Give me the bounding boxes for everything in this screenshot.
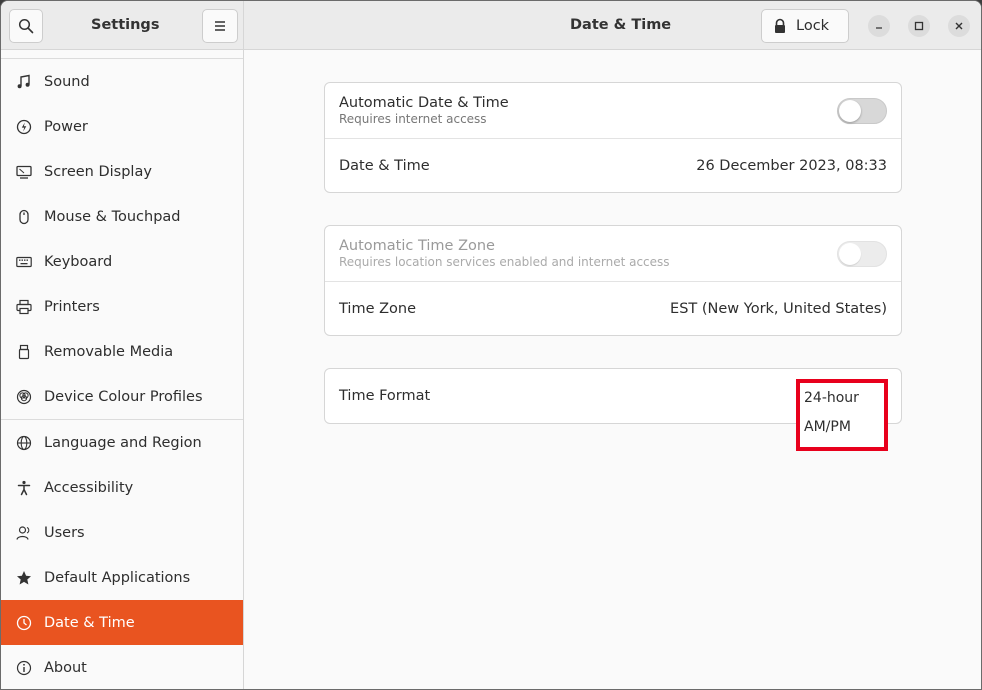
- auto-timezone-title: Automatic Time Zone: [339, 238, 495, 254]
- sidebar-item-label: About: [44, 659, 87, 676]
- power-icon: [15, 118, 33, 136]
- close-button[interactable]: [948, 15, 970, 37]
- sidebar-item-label: Screen Display: [44, 163, 152, 180]
- sidebar-item-printers[interactable]: Printers: [1, 284, 243, 329]
- sidebar-item-keyboard[interactable]: Keyboard: [1, 239, 243, 284]
- sidebar-item-label: Mouse & Touchpad: [44, 208, 181, 225]
- display-icon: [15, 163, 33, 181]
- sidebar-item-label: Users: [44, 524, 85, 541]
- settings-window: Settings Date & Time Lock Sound Power Sc…: [0, 0, 982, 690]
- maximize-button[interactable]: [908, 15, 930, 37]
- star-icon: [15, 569, 33, 587]
- sidebar-item-label: Date & Time: [44, 614, 135, 631]
- sidebar-item-label: Device Colour Profiles: [44, 388, 203, 405]
- lock-label: Lock: [796, 18, 830, 34]
- sidebar-item-mouse-touchpad[interactable]: Mouse & Touchpad: [1, 194, 243, 239]
- sidebar-title: Settings: [91, 17, 160, 33]
- globe-icon: [15, 434, 33, 452]
- sidebar-item-screen-display[interactable]: Screen Display: [1, 149, 243, 194]
- sidebar-item-label: Keyboard: [44, 253, 113, 270]
- search-button[interactable]: [9, 9, 43, 43]
- sidebar-item-power[interactable]: Power: [1, 104, 243, 149]
- auto-datetime-row[interactable]: Automatic Date & Time Requires internet …: [325, 83, 901, 138]
- sidebar-item-sound[interactable]: Sound: [1, 59, 243, 104]
- sidebar-item-date-time[interactable]: Date & Time: [1, 600, 243, 645]
- accessibility-icon: [15, 479, 33, 497]
- menu-button[interactable]: [202, 9, 238, 43]
- search-icon: [18, 18, 34, 34]
- auto-timezone-subtitle: Requires location services enabled and i…: [339, 255, 670, 269]
- timezone-value: EST (New York, United States): [670, 301, 887, 317]
- timezone-label: Time Zone: [339, 301, 417, 317]
- datetime-label: Date & Time: [339, 158, 430, 174]
- sidebar-item-label: Printers: [44, 298, 100, 315]
- sidebar-item-accessibility[interactable]: Accessibility: [1, 465, 243, 510]
- sidebar-item-label: Sound: [44, 73, 90, 90]
- auto-datetime-subtitle: Requires internet access: [339, 112, 487, 126]
- time-format-option-am-pm[interactable]: AM/PM: [804, 419, 851, 435]
- keyboard-icon: [15, 253, 33, 271]
- timezone-row[interactable]: Time Zone EST (New York, United States): [325, 282, 901, 336]
- datetime-value: 26 December 2023, 08:33: [696, 158, 887, 174]
- sidebar-item-removable-media[interactable]: Removable Media: [1, 329, 243, 374]
- page-title: Date & Time: [570, 17, 672, 33]
- sidebar-item-users[interactable]: Users: [1, 510, 243, 555]
- auto-timezone-switch: [837, 240, 887, 267]
- datetime-row[interactable]: Date & Time 26 December 2023, 08:33: [325, 139, 901, 193]
- timezone-card: Automatic Time Zone Requires location se…: [324, 225, 902, 336]
- sidebar-item-label: Removable Media: [44, 343, 174, 360]
- printer-icon: [15, 298, 33, 316]
- info-icon: [15, 659, 33, 677]
- color-profile-icon: [15, 388, 33, 406]
- lock-button[interactable]: Lock: [761, 9, 849, 43]
- sidebar-item-about[interactable]: About: [1, 645, 243, 689]
- clock-icon: [15, 614, 33, 632]
- main-header: Date & Time Lock: [244, 1, 981, 50]
- hamburger-icon: [215, 21, 225, 31]
- sidebar-header: Settings: [1, 1, 244, 50]
- sidebar-item-language-region[interactable]: Language and Region: [1, 420, 243, 465]
- music-note-icon: [15, 73, 33, 91]
- maximize-icon: [914, 21, 924, 31]
- auto-datetime-switch[interactable]: [837, 97, 887, 124]
- minimize-icon: [876, 27, 882, 29]
- minimize-button[interactable]: [868, 15, 890, 37]
- close-icon: [955, 22, 963, 30]
- time-format-label: Time Format: [339, 388, 431, 404]
- sidebar-item-label: Language and Region: [44, 434, 202, 451]
- time-format-option-24-hour[interactable]: 24-hour: [804, 390, 859, 406]
- sidebar-item-label: Power: [44, 118, 88, 135]
- lock-icon: [775, 18, 785, 33]
- sidebar-item-label: Default Applications: [44, 569, 191, 586]
- sidebar-item-default-applications[interactable]: Default Applications: [1, 555, 243, 600]
- sidebar-item-device-colour-profiles[interactable]: Device Colour Profiles: [1, 374, 243, 419]
- time-format-dropdown: 24-hour AM/PM: [796, 379, 888, 451]
- users-icon: [15, 524, 33, 542]
- auto-timezone-row: Automatic Time Zone Requires location se…: [325, 226, 901, 281]
- mouse-icon: [15, 208, 33, 226]
- removable-media-icon: [15, 343, 33, 361]
- datetime-card: Automatic Date & Time Requires internet …: [324, 82, 902, 193]
- auto-datetime-title: Automatic Date & Time: [339, 95, 509, 111]
- sidebar: Sound Power Screen Display Mouse & Touch…: [1, 50, 244, 689]
- sidebar-item-label: Accessibility: [44, 479, 134, 496]
